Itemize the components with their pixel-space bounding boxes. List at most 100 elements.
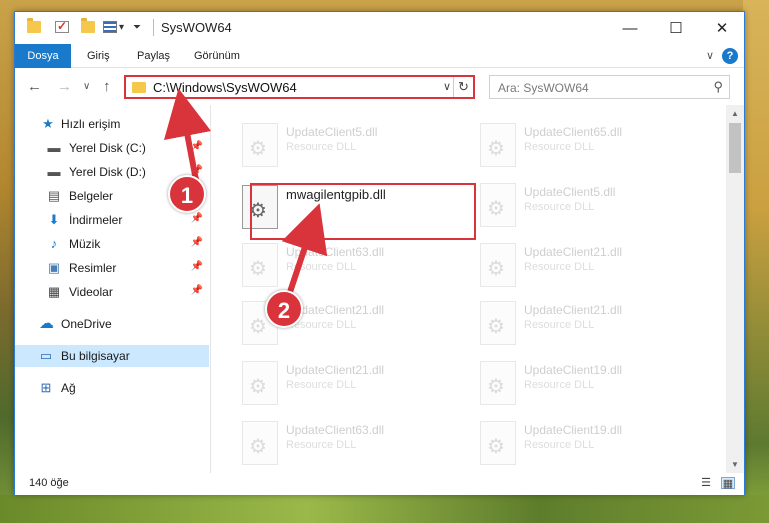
minimize-button[interactable]: — xyxy=(607,12,653,44)
file-name: UpdateClient21.dll xyxy=(286,363,385,377)
search-input[interactable]: Ara: SysWOW64 ⚲ xyxy=(489,75,730,99)
file-type: Resource DLL xyxy=(524,319,595,331)
file-name: UpdateClient21.dll xyxy=(524,303,623,317)
nav-item-label: İndirmeler xyxy=(69,213,123,227)
address-dropdown-icon[interactable]: ∨ xyxy=(443,80,451,93)
close-button[interactable]: ✕ xyxy=(699,12,745,44)
chevron-down-icon[interactable]: ▾ xyxy=(119,22,124,33)
nav-item-label: Bu bilgisayar xyxy=(61,349,130,363)
properties-check-icon[interactable] xyxy=(55,19,69,33)
dll-file-icon xyxy=(480,301,516,345)
nav-item-this-pc[interactable]: ▭ Bu bilgisayar xyxy=(15,345,209,367)
nav-item-music[interactable]: ♪ Müzik 📌 xyxy=(15,233,209,255)
title-bar: ▾ ⏷ SysWOW64 — ☐ ✕ xyxy=(15,12,744,44)
list-item[interactable]: UpdateClient19.dll Resource DLL xyxy=(472,355,702,411)
search-icon[interactable]: ⚲ xyxy=(713,79,723,95)
nav-item-label: Ağ xyxy=(61,381,76,395)
details-view-icon[interactable]: ☰ xyxy=(699,477,713,489)
file-name: UpdateClient5.dll xyxy=(524,185,616,199)
nav-item-onedrive[interactable]: ☁ OneDrive xyxy=(15,313,209,335)
file-type: Resource DLL xyxy=(524,439,595,451)
list-item[interactable]: UpdateClient63.dll Resource DLL xyxy=(234,237,464,293)
scroll-down-icon[interactable]: ▼ xyxy=(726,456,744,473)
computer-icon: ▭ xyxy=(39,348,53,363)
pin-icon: 📌 xyxy=(190,213,203,224)
file-name: UpdateClient21.dll xyxy=(524,245,623,259)
nav-item-quick-access[interactable]: ★ Hızlı erişim xyxy=(15,113,209,135)
list-item[interactable]: UpdateClient21.dll Resource DLL xyxy=(234,355,464,411)
pane-divider[interactable] xyxy=(210,105,211,473)
help-button[interactable]: ? xyxy=(722,48,738,64)
pin-icon: 📌 xyxy=(190,165,203,176)
scroll-up-icon[interactable]: ▲ xyxy=(726,105,744,122)
nav-item-label: Belgeler xyxy=(69,189,114,203)
ribbon-expand-icon[interactable]: ∨ xyxy=(706,49,714,62)
new-folder-icon[interactable] xyxy=(81,18,95,33)
drive-icon: ▬ xyxy=(47,164,61,179)
cloud-icon: ☁ xyxy=(39,315,54,332)
explorer-window: ▾ ⏷ SysWOW64 — ☐ ✕ Dosya Giriş Paylaş Gö… xyxy=(14,11,745,495)
nav-item-pictures[interactable]: ▣ Resimler 📌 xyxy=(15,257,209,279)
nav-item-network[interactable]: ⊞ Ağ xyxy=(15,377,209,399)
dll-file-icon xyxy=(480,243,516,287)
file-name: UpdateClient5.dll xyxy=(286,125,378,139)
file-list: UpdateClient5.dll Resource DLL mwagilent… xyxy=(212,105,726,473)
file-name: UpdateClient19.dll xyxy=(524,363,623,377)
nav-item-label: Yerel Disk (D:) xyxy=(69,165,146,179)
dll-file-icon xyxy=(242,361,278,405)
file-type: Resource DLL xyxy=(524,261,595,273)
up-arrow-icon[interactable]: ↑ xyxy=(103,78,111,95)
scrollbar-thumb[interactable] xyxy=(729,123,741,173)
file-name: UpdateClient19.dll xyxy=(524,423,623,437)
quick-access-props-icon[interactable] xyxy=(103,21,117,33)
file-type: Resource DLL xyxy=(524,201,595,213)
list-item[interactable]: UpdateClient5.dll Resource DLL xyxy=(234,117,464,173)
forward-arrow-icon[interactable]: → xyxy=(57,78,72,95)
nav-item-label: Videolar xyxy=(69,285,113,299)
pin-icon: 📌 xyxy=(190,141,203,152)
pin-icon: 📌 xyxy=(190,285,203,296)
nav-item-videos[interactable]: ▦ Videolar 📌 xyxy=(15,281,209,303)
dll-file-icon xyxy=(242,243,278,287)
dll-file-icon xyxy=(242,421,278,465)
refresh-icon[interactable]: ↻ xyxy=(453,77,473,97)
title-separator xyxy=(153,19,154,36)
nav-item-label: Yerel Disk (C:) xyxy=(69,141,146,155)
nav-item-label: OneDrive xyxy=(61,317,112,331)
list-item[interactable]: UpdateClient5.dll Resource DLL xyxy=(472,177,702,233)
navigation-pane: ★ Hızlı erişim ▬ Yerel Disk (C:) 📌 ▬ Yer… xyxy=(15,105,211,473)
list-item[interactable]: UpdateClient63.dll Resource DLL xyxy=(234,415,464,471)
list-item[interactable]: UpdateClient21.dll Resource DLL xyxy=(472,295,702,351)
pin-icon: 📌 xyxy=(190,237,203,248)
nav-item-drive-c[interactable]: ▬ Yerel Disk (C:) 📌 xyxy=(15,137,209,159)
status-bar: 140 öğe ☰ ▦ xyxy=(15,473,744,495)
nav-item-label: Müzik xyxy=(69,237,101,251)
file-type: Resource DLL xyxy=(286,141,357,153)
list-item[interactable]: UpdateClient19.dll Resource DLL xyxy=(472,415,702,471)
tab-home[interactable]: Giriş xyxy=(75,44,122,68)
nav-item-label: Resimler xyxy=(69,261,117,275)
list-item[interactable]: UpdateClient65.dll Resource DLL xyxy=(472,117,702,173)
desktop-background-bottom xyxy=(0,495,769,523)
dll-file-icon xyxy=(480,183,516,227)
back-arrow-icon[interactable]: ← xyxy=(27,78,42,95)
tab-share[interactable]: Paylaş xyxy=(125,44,182,68)
drive-icon: ▬ xyxy=(47,140,61,155)
tab-view[interactable]: Görünüm xyxy=(182,44,252,68)
desktop-background-right xyxy=(743,0,769,523)
list-item[interactable]: UpdateClient21.dll Resource DLL xyxy=(472,237,702,293)
address-bar[interactable]: C:\Windows\SysWOW64 ∨ ↻ xyxy=(124,75,475,99)
file-type: Resource DLL xyxy=(286,261,357,273)
dll-file-icon xyxy=(242,123,278,167)
videos-icon: ▦ xyxy=(47,284,61,299)
tab-file[interactable]: Dosya xyxy=(15,44,71,68)
nav-item-downloads[interactable]: ⬇ İndirmeler 📌 xyxy=(15,209,209,231)
file-type: Resource DLL xyxy=(286,439,357,451)
address-path[interactable]: C:\Windows\SysWOW64 xyxy=(153,80,297,95)
maximize-button[interactable]: ☐ xyxy=(653,12,699,44)
customize-toolbar-icon[interactable]: ⏷ xyxy=(133,22,141,33)
vertical-scrollbar[interactable]: ▲ ▼ xyxy=(726,105,744,473)
recent-locations-icon[interactable]: ∨ xyxy=(83,81,90,92)
address-row: ← → ∨ ↑ C:\Windows\SysWOW64 ∨ ↻ Ara: Sys… xyxy=(15,69,744,105)
tiles-view-icon[interactable]: ▦ xyxy=(721,477,735,490)
